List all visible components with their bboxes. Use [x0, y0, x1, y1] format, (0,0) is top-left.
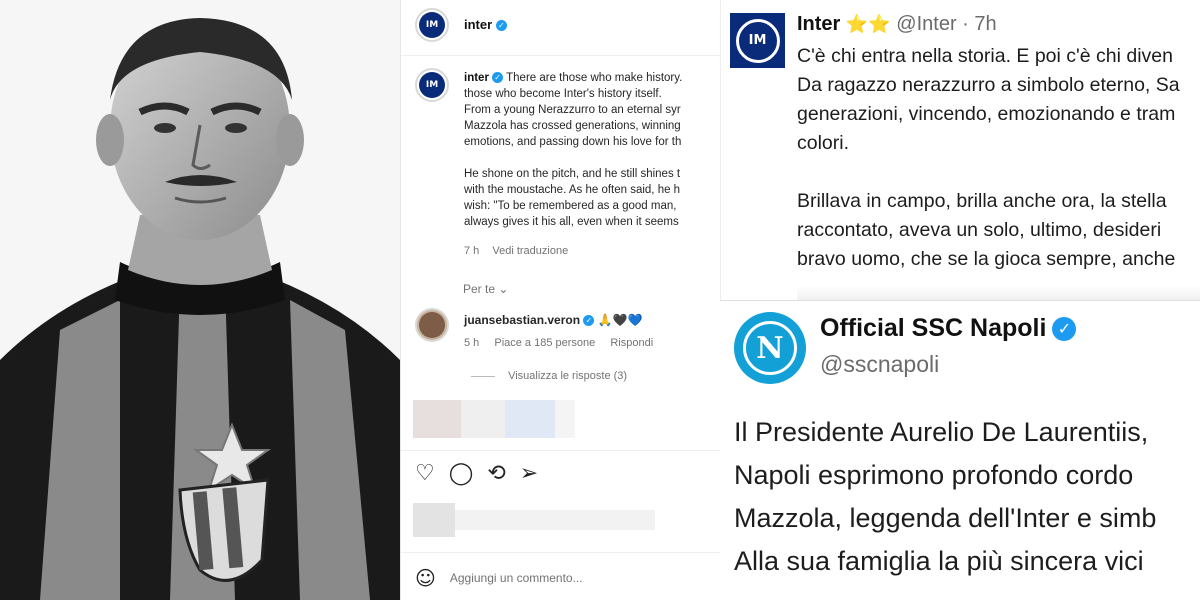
tweet-handle-time[interactable]: @Inter · 7h — [896, 13, 996, 35]
verified-badge-icon: ✓ — [583, 315, 595, 327]
blurred-comment — [413, 400, 575, 438]
ig-caption-avatar[interactable]: IM — [415, 68, 449, 102]
inter-logo-icon: IM — [419, 12, 445, 38]
comment-username[interactable]: juansebastian.veron — [464, 313, 580, 327]
tweet-line: Brillava in campo, brilla anche ora, la … — [797, 190, 1167, 212]
player-photo — [0, 0, 400, 600]
view-replies-button[interactable]: Visualizza le risposte (3) — [471, 370, 627, 382]
commenter-avatar[interactable] — [415, 308, 449, 342]
repost-icon[interactable]: ⟲ — [487, 463, 505, 485]
tweet-text: Il Presidente Aurelio De Laurentiis, Nap… — [734, 411, 1200, 583]
post-meta: 7 h Vedi traduzione — [464, 245, 578, 257]
napoli-logo-icon: N — [743, 321, 797, 375]
verified-badge-icon: ✓ — [492, 72, 504, 84]
tweet-line: colori. — [797, 132, 850, 154]
comment-time: 5 h — [464, 337, 480, 349]
ig-header-username[interactable]: inter ✓ — [464, 17, 507, 32]
for-you-label: Per te — [463, 282, 496, 296]
comment-text: 🙏🖤💙 — [597, 313, 643, 327]
comment-icon[interactable]: ◯ — [449, 463, 474, 485]
napoli-tweet: N Official SSC Napoli ✓ @sscnapoli Il Pre… — [720, 300, 1200, 600]
tweet-line: bravo uomo, che se la gioca sempre, anch… — [797, 248, 1176, 270]
caption-line: always gives it his all, even when it se… — [464, 216, 679, 228]
inter-logo-icon: IM — [735, 18, 780, 63]
replies-line — [471, 375, 495, 377]
caption-line: There are those who make history. — [506, 72, 683, 84]
tweet-line: Da ragazzo nerazzurro a simbolo eterno, … — [797, 74, 1180, 96]
divider — [401, 55, 720, 56]
napoli-avatar[interactable]: N — [734, 312, 806, 384]
post-actions: ♡ ◯ ⟲ ➢ — [415, 463, 538, 485]
add-comment-placeholder: Aggiungi un commento... — [449, 571, 583, 585]
tweet-line: raccontato, aveva un solo, ultimo, desid… — [797, 219, 1162, 241]
caption-line: He shone on the pitch, and he still shin… — [464, 168, 681, 180]
divider — [401, 552, 720, 553]
star-icon: ⭐⭐ — [845, 14, 891, 35]
see-translation-link[interactable]: Vedi traduzione — [492, 245, 568, 257]
tweet-line: Il Presidente Aurelio De Laurentiis, — [734, 417, 1149, 447]
tweet-line: Alla sua famiglia la più sincera vici — [734, 546, 1144, 576]
tweet-gap — [797, 158, 1200, 187]
commenter-photo-icon — [419, 312, 445, 338]
caption-gap — [464, 150, 720, 166]
tweet-line: Mazzola, leggenda dell'Inter e simb — [734, 503, 1157, 533]
caption-line: with the moustache. As he often said, he… — [464, 184, 681, 196]
tweet-handle[interactable]: @sscnapoli — [820, 351, 939, 378]
tweet-author-name[interactable]: Official SSC Napoli ✓ — [820, 314, 1077, 343]
share-icon[interactable]: ➢ — [520, 463, 538, 485]
tweet-line: C'è chi entra nella storia. E poi c'è ch… — [797, 45, 1173, 67]
tweet-line: generazioni, vincendo, emozionando e tra… — [797, 103, 1176, 125]
reply-button[interactable]: Rispondi — [610, 337, 653, 349]
comment-likes[interactable]: Piace a 185 persone — [494, 337, 595, 349]
post-time: 7 h — [464, 245, 480, 257]
caption-line: emotions, and passing down his love for … — [464, 136, 682, 148]
chevron-down-icon: ⌄ — [498, 282, 509, 296]
inter-tweet: IM Inter ⭐⭐ @Inter · 7h C'è chi entra ne… — [720, 0, 1200, 300]
emoji-icon[interactable]: ☺ — [415, 566, 436, 590]
blurred-likes — [413, 503, 655, 537]
caption-line: wish: "To be remembered as a good man, — [464, 200, 677, 212]
tweet-author-name[interactable]: Inter — [797, 13, 840, 35]
add-comment-field[interactable]: ☺ Aggiungi un commento... — [415, 566, 583, 590]
tweet-text: C'è chi entra nella storia. E poi c'è ch… — [797, 42, 1200, 274]
caption-line: Mazzola has crossed generations, winning — [464, 120, 681, 132]
comment-meta: 5 h Piace a 185 persone Rispondi — [464, 337, 665, 349]
view-replies-label: Visualizza le risposte (3) — [508, 370, 628, 382]
caption-line: those who become Inter's history itself. — [464, 88, 662, 100]
ig-caption: inter ✓ There are those who make history… — [464, 70, 720, 230]
inter-avatar[interactable]: IM — [730, 13, 785, 68]
caption-line: From a young Nerazzurro to an eternal sy… — [464, 104, 681, 116]
inter-logo-icon: IM — [419, 72, 445, 98]
comment: juansebastian.veron ✓ 🙏🖤💙 — [464, 313, 643, 327]
heart-icon[interactable]: ♡ — [415, 463, 435, 485]
tweet-line: Napoli esprimono profondo cordo — [734, 460, 1134, 490]
divider — [401, 450, 720, 451]
verified-badge-icon: ✓ — [1052, 317, 1077, 342]
player-photo-illustration — [0, 0, 400, 600]
caption-username[interactable]: inter — [464, 72, 489, 84]
for-you-dropdown[interactable]: Per te ⌄ — [463, 282, 508, 296]
instagram-post: IM inter ✓ IM inter ✓ There are those wh… — [400, 0, 720, 600]
tweet-header: Inter ⭐⭐ @Inter · 7h — [797, 13, 997, 36]
ig-header-avatar[interactable]: IM — [415, 8, 449, 42]
truncated-text-fade — [797, 286, 1200, 300]
verified-badge-icon: ✓ — [495, 20, 507, 32]
